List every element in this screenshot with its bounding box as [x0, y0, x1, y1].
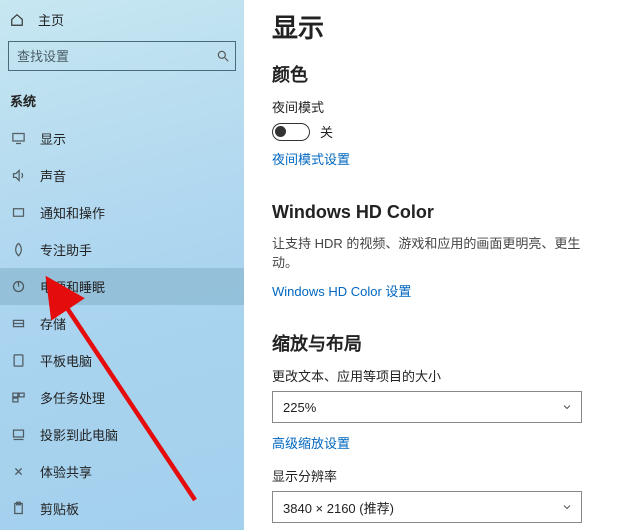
sidebar-item-label: 专注助手	[40, 240, 92, 259]
tablet-icon	[10, 353, 26, 368]
sound-icon	[10, 168, 26, 183]
sidebar-item-project[interactable]: 投影到此电脑	[0, 416, 244, 453]
focus-icon	[10, 242, 26, 257]
sidebar-item-sound[interactable]: 声音	[0, 157, 244, 194]
storage-icon	[10, 316, 26, 331]
section-scale-heading: 缩放与布局	[272, 330, 606, 356]
home-icon	[10, 13, 24, 27]
section-hdcolor-heading: Windows HD Color	[272, 202, 606, 223]
chevron-down-icon	[561, 401, 573, 413]
resolution-label: 显示分辨率	[272, 466, 606, 485]
sidebar-item-display[interactable]: 显示	[0, 120, 244, 157]
notification-icon	[10, 205, 26, 220]
advanced-scaling-link[interactable]: 高级缩放设置	[272, 433, 350, 452]
category-heading: 系统	[0, 77, 244, 120]
scale-select[interactable]: 225%	[272, 391, 582, 423]
sidebar-item-label: 投影到此电脑	[40, 425, 118, 444]
toggle-knob	[275, 126, 286, 137]
sidebar-item-label: 声音	[40, 166, 66, 185]
multitask-icon	[10, 390, 26, 405]
night-light-settings-link[interactable]: 夜间模式设置	[272, 149, 350, 168]
monitor-icon	[10, 131, 26, 146]
scale-label: 更改文本、应用等项目的大小	[272, 366, 606, 385]
sidebar-item-storage[interactable]: 存储	[0, 305, 244, 342]
sidebar-item-label: 多任务处理	[40, 388, 105, 407]
night-light-toggle[interactable]	[272, 123, 310, 141]
scale-value: 225%	[283, 400, 316, 415]
sidebar-item-share[interactable]: 体验共享	[0, 453, 244, 490]
sidebar-item-label: 通知和操作	[40, 203, 105, 222]
home-label: 主页	[38, 10, 64, 29]
content-pane: 显示 颜色 夜间模式 关 夜间模式设置 Windows HD Color 让支持…	[244, 0, 624, 530]
sidebar-item-power-sleep[interactable]: 电源和睡眠	[0, 268, 244, 305]
project-icon	[10, 427, 26, 442]
sidebar-item-label: 剪贴板	[40, 499, 79, 518]
sidebar-item-label: 显示	[40, 129, 66, 148]
page-title: 显示	[272, 8, 606, 45]
resolution-select[interactable]: 3840 × 2160 (推荐)	[272, 491, 582, 523]
sidebar-item-notifications[interactable]: 通知和操作	[0, 194, 244, 231]
sidebar-item-label: 体验共享	[40, 462, 92, 481]
sidebar-item-tablet[interactable]: 平板电脑	[0, 342, 244, 379]
search-input[interactable]	[8, 41, 236, 71]
power-icon	[10, 279, 26, 294]
home-link[interactable]: 主页	[0, 4, 244, 35]
sidebar-item-focus[interactable]: 专注助手	[0, 231, 244, 268]
clipboard-icon	[10, 501, 26, 516]
sidebar: 主页 系统 显示 声音 通知和操作 专注助手	[0, 0, 244, 530]
section-color-heading: 颜色	[272, 61, 606, 87]
chevron-down-icon	[561, 501, 573, 513]
hdcolor-settings-link[interactable]: Windows HD Color 设置	[272, 281, 411, 300]
sidebar-item-multitask[interactable]: 多任务处理	[0, 379, 244, 416]
night-light-state: 关	[320, 122, 333, 141]
sidebar-item-label: 存储	[40, 314, 66, 333]
sidebar-item-label: 电源和睡眠	[40, 277, 105, 296]
share-icon	[10, 464, 26, 479]
resolution-value: 3840 × 2160 (推荐)	[283, 498, 394, 517]
sidebar-item-clipboard[interactable]: 剪贴板	[0, 490, 244, 527]
settings-search[interactable]	[8, 41, 236, 71]
hdcolor-description: 让支持 HDR 的视频、游戏和应用的画面更明亮、更生动。	[272, 233, 606, 271]
sidebar-item-label: 平板电脑	[40, 351, 92, 370]
night-light-label: 夜间模式	[272, 97, 606, 116]
